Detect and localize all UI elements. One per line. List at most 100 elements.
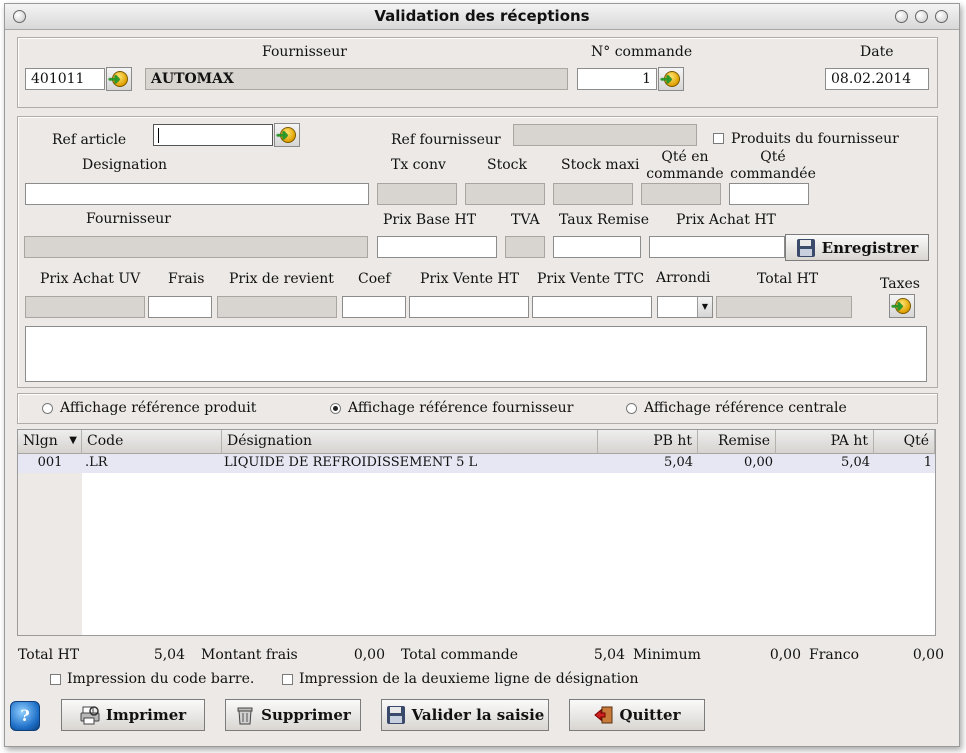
prix-achat-ht-input[interactable] [649, 236, 785, 258]
col-header-pa-ht[interactable]: PA ht [776, 430, 874, 454]
imprimer-label: Imprimer [105, 706, 187, 724]
minimum-value: 0,00 [769, 647, 801, 663]
col-header-code[interactable]: Code [82, 430, 222, 454]
notes-textarea[interactable] [25, 326, 927, 382]
radio-reference-centrale[interactable] [626, 403, 637, 414]
qte-commandee-label: Qté commandée [730, 149, 816, 182]
total-ht-footer-value: 5,04 [153, 647, 185, 663]
sort-down-icon: ▼ [69, 435, 77, 446]
prix-achat-uv-field [25, 296, 145, 318]
prix-vente-ht-input[interactable] [409, 296, 529, 318]
cell-qte: 1 [923, 455, 932, 470]
produits-fournisseur-label: Produits du fournisseur [731, 131, 899, 147]
deuxieme-ligne-label: Impression de la deuxieme ligne de désig… [299, 671, 639, 687]
prix-base-ht-input[interactable] [377, 236, 497, 258]
produits-fournisseur-checkbox[interactable] [713, 133, 724, 144]
text-cursor [158, 128, 159, 143]
cell-remise: 0,00 [744, 455, 773, 470]
cell-pa-ht: 5,04 [841, 455, 870, 470]
montant-frais-value: 0,00 [353, 647, 385, 663]
tva-label: TVA [511, 212, 540, 228]
designation-label: Designation [82, 157, 168, 173]
col-header-qte[interactable]: Qté [874, 430, 935, 454]
arrondi-select[interactable]: ▼ [657, 296, 713, 318]
enregistrer-label: Enregistrer [821, 238, 919, 257]
radio-reference-fournisseur-label: Affichage référence fournisseur [348, 400, 574, 416]
tva-field [505, 236, 545, 258]
frais-label: Frais [168, 271, 205, 287]
arrondi-label: Arrondi [656, 270, 711, 286]
help-orb-icon[interactable]: ? [10, 701, 40, 731]
prix-vente-ht-label: Prix Vente HT [420, 271, 519, 287]
total-commande-label: Total commande [401, 647, 519, 663]
arrow-right-icon: ➜ [891, 297, 904, 315]
radio-reference-produit[interactable] [42, 403, 53, 414]
prix-revient-field [217, 296, 337, 318]
prix-base-ht-label: Prix Base HT [383, 212, 477, 228]
tx-conv-label: Tx conv [391, 157, 446, 173]
code-barre-checkbox[interactable] [50, 674, 61, 685]
prix-achat-ht-label: Prix Achat HT [676, 212, 776, 228]
quitter-button[interactable]: Quitter [569, 699, 705, 731]
coef-input[interactable] [342, 296, 406, 318]
col-header-pb-ht[interactable]: PB ht [598, 430, 698, 454]
prix-vente-ttc-label: Prix Vente TTC [537, 271, 645, 287]
taxes-go-button[interactable]: ➜ [889, 294, 915, 318]
close-button[interactable] [935, 10, 948, 23]
frais-input[interactable] [148, 296, 212, 318]
commande-input[interactable]: 1 [577, 68, 657, 90]
supplier-name-field: AUTOMAX [145, 68, 568, 90]
imprimer-button[interactable]: Imprimer [61, 699, 205, 731]
designation-input[interactable] [25, 183, 369, 205]
col-header-nlgn[interactable]: Nlgn ▼ [18, 430, 82, 454]
enregistrer-button[interactable]: Enregistrer [785, 234, 929, 261]
supprimer-button[interactable]: Supprimer [225, 699, 361, 731]
stock-maxi-label: Stock maxi [561, 157, 640, 173]
franco-label: Franco [809, 647, 860, 663]
fournisseur-label: Fournisseur [262, 44, 347, 60]
cell-pb-ht: 5,04 [664, 455, 693, 470]
qte-en-commande-label: Qté en commande [646, 149, 724, 182]
col-header-remise[interactable]: Remise [698, 430, 776, 454]
prix-vente-ttc-input[interactable] [532, 296, 652, 318]
prix-revient-label: Prix de revient [229, 271, 334, 287]
maximize-button[interactable] [915, 10, 928, 23]
ref-fournisseur-field [513, 124, 697, 146]
table-row[interactable]: 001 .LR LIQUIDE DE REFROIDISSEMENT 5 L 5… [18, 454, 935, 473]
cell-designation: LIQUIDE DE REFROIDISSEMENT 5 L [224, 455, 478, 470]
qte-commandee-input[interactable] [729, 183, 809, 205]
title-bar: Validation des réceptions [5, 4, 959, 30]
article-fournisseur-label: Fournisseur [86, 211, 171, 227]
col-header-designation[interactable]: Désignation [222, 430, 598, 454]
deuxieme-ligne-checkbox[interactable] [282, 674, 293, 685]
total-commande-value: 5,04 [593, 647, 625, 663]
ref-article-label: Ref article [52, 132, 127, 148]
cell-code: .LR [85, 455, 108, 470]
taux-remise-label: Taux Remise [559, 212, 650, 228]
minimize-button[interactable] [895, 10, 908, 23]
floppy-icon [796, 238, 816, 258]
ref-article-input[interactable] [153, 124, 273, 146]
date-input[interactable]: 08.02.2014 [825, 68, 929, 90]
chevron-down-icon[interactable]: ▼ [697, 297, 712, 317]
supplier-go-button[interactable]: ➜ [106, 67, 132, 91]
code-barre-label: Impression du code barre. [67, 671, 255, 687]
stock-label: Stock [487, 157, 527, 173]
supplier-code-input[interactable]: 401011 [25, 68, 105, 90]
article-fournisseur-field [24, 236, 368, 258]
valider-button[interactable]: Valider la saisie [381, 699, 549, 731]
radio-reference-fournisseur[interactable] [330, 403, 341, 414]
coef-label: Coef [358, 271, 391, 287]
quitter-label: Quitter [619, 706, 681, 724]
ref-fournisseur-label: Ref fournisseur [391, 132, 501, 148]
commande-label: N° commande [591, 44, 693, 60]
printer-icon [80, 705, 100, 725]
radio-reference-centrale-label: Affichage référence centrale [644, 400, 847, 416]
ref-article-go-button[interactable]: ➜ [274, 123, 300, 147]
cell-nlgn: 001 [37, 455, 63, 470]
lines-table: Nlgn ▼ Code Désignation PB ht Remise PA h… [17, 429, 936, 636]
commande-go-button[interactable]: ➜ [658, 67, 684, 91]
date-label: Date [860, 44, 894, 60]
taux-remise-input[interactable] [553, 236, 641, 258]
supprimer-label: Supprimer [261, 706, 351, 724]
